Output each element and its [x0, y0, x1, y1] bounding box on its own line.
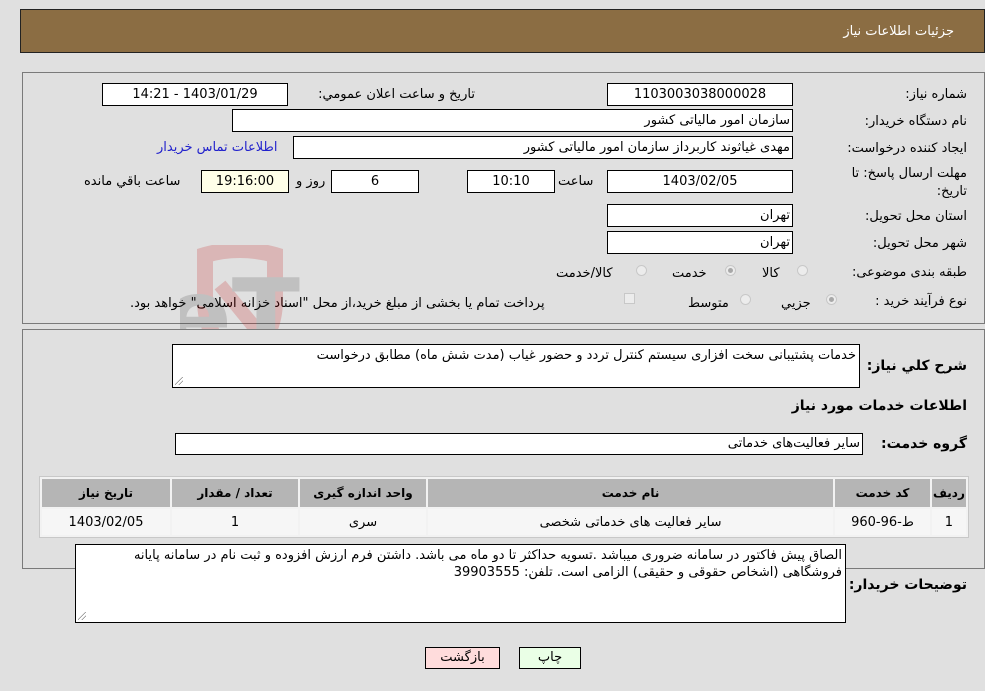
- need-number-field: 1103003038000028: [607, 83, 793, 106]
- process-option-medium: متوسط: [688, 296, 729, 311]
- services-table: ردیف کد خدمت نام خدمت واحد اندازه گیری ت…: [39, 476, 969, 538]
- process-radio-medium[interactable]: [740, 294, 751, 305]
- back-button[interactable]: بازگشت: [425, 647, 500, 669]
- deadline-label: مهلت ارسال پاسخ: تا: [851, 166, 967, 181]
- category-radio-service[interactable]: [725, 265, 736, 276]
- cell-need-date: 1403/02/05: [42, 509, 171, 535]
- process-label: نوع فرآیند خرید :: [875, 294, 967, 309]
- process-option-minor: جزیي: [781, 296, 811, 311]
- remaining-label: ساعت باقي مانده: [84, 174, 181, 189]
- requester-label: ایجاد کننده درخواست:: [847, 141, 967, 156]
- description-textarea[interactable]: خدمات پشتیبانی سخت افزاری سیستم کنترل تر…: [172, 344, 860, 388]
- buyer-notes-label: توضیحات خریدار:: [848, 577, 967, 593]
- city-label: شهر محل تحویل:: [872, 236, 967, 251]
- cell-service-code: ط-96-960: [835, 509, 930, 535]
- cell-unit: سری: [300, 509, 426, 535]
- col-service-name: نام خدمت: [427, 479, 834, 507]
- process-radio-minor[interactable]: [826, 294, 837, 305]
- col-row-number: ردیف: [931, 479, 966, 507]
- col-service-code: کد خدمت: [835, 479, 930, 507]
- deadline-time-label: ساعت: [558, 174, 594, 189]
- buyer-notes-text: الصاق پیش فاکتور در سامانه ضروری میباشد …: [133, 548, 842, 580]
- resize-grip-icon[interactable]: [78, 612, 86, 620]
- requester-field: مهدی غیاثوند کاربرداز سازمان امور مالیات…: [293, 136, 793, 159]
- province-field: تهران: [607, 204, 793, 227]
- table-row: 1 ط-96-960 سایر فعالیت های خدماتی شخصی س…: [42, 509, 966, 535]
- days-remaining-field: 6: [331, 170, 419, 193]
- page-title: جزئیات اطلاعات نیاز: [843, 24, 954, 39]
- services-table-wrapper: ردیف کد خدمت نام خدمت واحد اندازه گیری ت…: [39, 476, 969, 538]
- cell-quantity: 1: [172, 509, 298, 535]
- print-button[interactable]: چاپ: [519, 647, 581, 669]
- category-radio-goods-service[interactable]: [636, 265, 647, 276]
- category-option-goods: کالا: [762, 266, 780, 281]
- deadline-label-date: تاریخ:: [936, 184, 967, 199]
- col-need-date: تاریخ نیاز: [42, 479, 171, 507]
- deadline-date-field: 1403/02/05: [607, 170, 793, 193]
- services-title: اطلاعات خدمات مورد نیاز: [791, 398, 967, 414]
- resize-grip-icon[interactable]: [175, 377, 183, 385]
- province-label: استان محل تحویل:: [865, 209, 967, 224]
- buyer-notes-textarea[interactable]: الصاق پیش فاکتور در سامانه ضروری میباشد …: [75, 544, 846, 623]
- city-field: تهران: [607, 231, 793, 254]
- col-quantity: تعداد / مقدار: [172, 479, 298, 507]
- days-label: روز و: [296, 174, 326, 189]
- cell-row-number: 1: [931, 509, 966, 535]
- category-label: طبقه بندی موضوعی:: [851, 265, 967, 280]
- buyer-org-label: نام دستگاه خریدار:: [864, 114, 967, 129]
- buyer-org-field: سازمان امور مالیاتی کشور: [232, 109, 793, 132]
- description-label: شرح کلي نیاز:: [866, 358, 967, 374]
- announce-datetime-field: 1403/01/29 - 14:21: [102, 83, 288, 106]
- col-unit: واحد اندازه گیری: [300, 479, 426, 507]
- treasury-note: پرداخت تمام یا بخشی از مبلغ خرید،از محل …: [130, 296, 545, 311]
- cell-service-name: سایر فعالیت های خدماتی شخصی: [427, 509, 834, 535]
- need-number-label: شماره نیاز:: [905, 87, 967, 102]
- category-option-goods-service: کالا/خدمت: [556, 266, 613, 281]
- service-group-field: سایر فعالیت‌های خدماتی: [175, 433, 863, 455]
- page-header: جزئیات اطلاعات نیاز: [20, 9, 985, 53]
- announce-label: تاریخ و ساعت اعلان عمومي:: [318, 87, 475, 102]
- buyer-contact-link[interactable]: اطلاعات تماس خریدار: [157, 140, 277, 155]
- category-radio-goods[interactable]: [797, 265, 808, 276]
- category-option-service: خدمت: [672, 266, 707, 281]
- description-text: خدمات پشتیبانی سخت افزاری سیستم کنترل تر…: [316, 348, 856, 363]
- remaining-time-field: 19:16:00: [201, 170, 289, 193]
- table-header-row: ردیف کد خدمت نام خدمت واحد اندازه گیری ت…: [42, 479, 966, 507]
- treasury-checkbox[interactable]: [624, 293, 635, 304]
- deadline-time-field: 10:10: [467, 170, 555, 193]
- service-group-label: گروه خدمت:: [881, 436, 967, 452]
